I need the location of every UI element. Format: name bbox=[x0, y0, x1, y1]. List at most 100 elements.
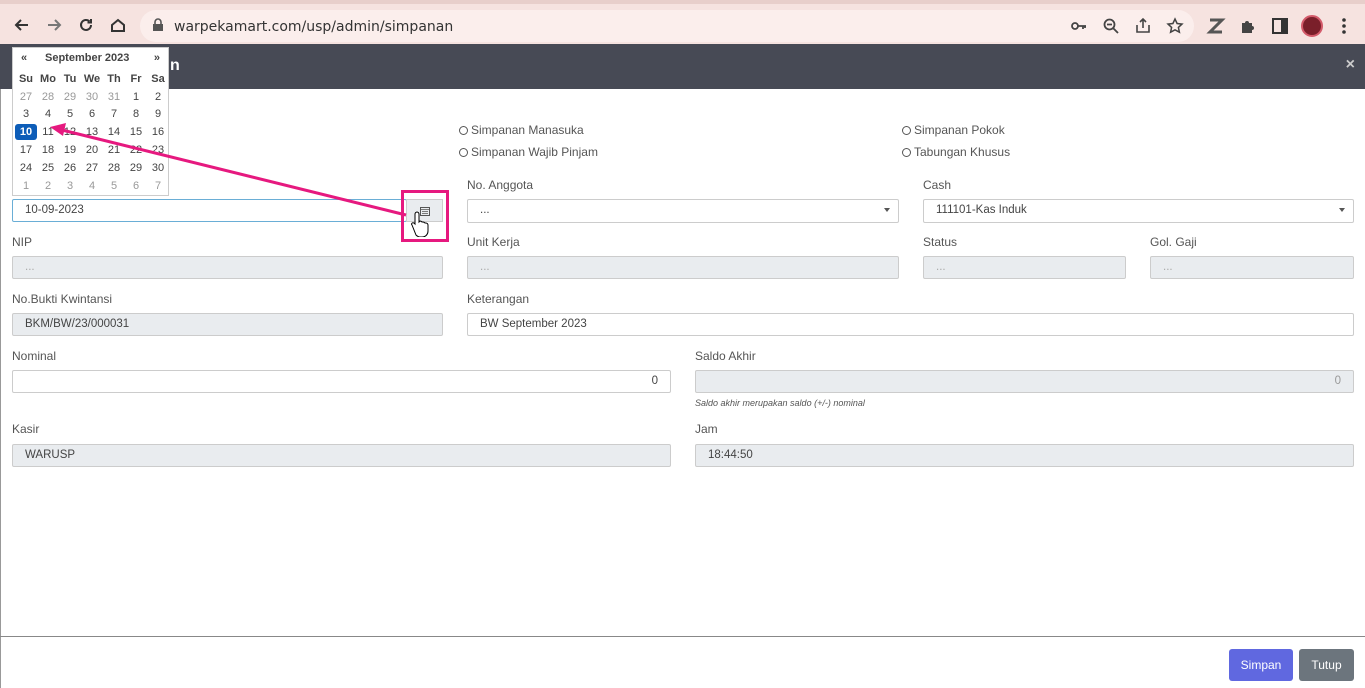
url-text: warpekamart.com/usp/admin/simpanan bbox=[174, 19, 454, 35]
forward-button[interactable] bbox=[41, 12, 67, 38]
datepicker-day[interactable]: 12 bbox=[59, 126, 81, 138]
close-icon[interactable]: × bbox=[1346, 56, 1355, 74]
datepicker-day[interactable]: 29 bbox=[125, 162, 147, 174]
datepicker-dow: Fr bbox=[130, 72, 142, 85]
reload-button[interactable] bbox=[73, 12, 99, 38]
datepicker-day[interactable]: 1 bbox=[15, 180, 37, 192]
sidepanel-icon[interactable] bbox=[1270, 16, 1290, 36]
radio-simpanan-manasuka[interactable]: Simpanan Manasuka bbox=[459, 123, 584, 137]
radio-simpanan-wajib-pinjam[interactable]: Simpanan Wajib Pinjam bbox=[459, 145, 598, 159]
saldo-field[interactable]: 0 bbox=[695, 370, 1354, 393]
datepicker-day[interactable]: 10 bbox=[15, 124, 37, 141]
datepicker-day[interactable]: 2 bbox=[37, 180, 59, 192]
extension-z-icon[interactable] bbox=[1206, 16, 1226, 36]
datepicker-day[interactable]: 23 bbox=[147, 144, 169, 156]
home-button[interactable] bbox=[105, 12, 131, 38]
unit-kerja-field[interactable]: ... bbox=[467, 256, 899, 279]
datepicker-day[interactable]: 28 bbox=[103, 162, 125, 174]
datepicker-row: 1234567 bbox=[15, 177, 169, 195]
datepicker-day[interactable]: 20 bbox=[81, 144, 103, 156]
datepicker-day[interactable]: 16 bbox=[147, 126, 169, 138]
keterangan-label: Keterangan bbox=[467, 292, 530, 306]
datepicker-day[interactable]: 17 bbox=[15, 144, 37, 156]
datepicker-day[interactable]: 5 bbox=[59, 108, 81, 120]
kasir-field[interactable]: WARUSP bbox=[12, 444, 671, 467]
tutup-button[interactable]: Tutup bbox=[1299, 649, 1354, 681]
datepicker-dow: Su bbox=[18, 72, 34, 85]
puzzle-icon[interactable] bbox=[1238, 16, 1258, 36]
radio-simpanan-pokok[interactable]: Simpanan Pokok bbox=[902, 123, 1005, 137]
datepicker-day[interactable]: 11 bbox=[37, 126, 59, 138]
status-field[interactable]: ... bbox=[923, 256, 1126, 279]
datepicker-day[interactable]: 21 bbox=[103, 144, 125, 156]
arrow-left-icon bbox=[14, 19, 28, 31]
datepicker-day[interactable]: 18 bbox=[37, 144, 59, 156]
datepicker-prev-button[interactable]: « bbox=[21, 52, 27, 64]
simpan-button[interactable]: Simpan bbox=[1229, 649, 1293, 681]
datepicker-day[interactable]: 26 bbox=[59, 162, 81, 174]
datepicker-next-button[interactable]: » bbox=[154, 52, 160, 64]
datepicker-day[interactable]: 6 bbox=[81, 108, 103, 120]
gol-gaji-field[interactable]: ... bbox=[1150, 256, 1354, 279]
star-icon[interactable] bbox=[1166, 17, 1184, 35]
kebab-menu-icon[interactable] bbox=[1334, 16, 1354, 36]
home-icon bbox=[111, 18, 125, 32]
datepicker-row: 24 25 26 27 28 29 30 bbox=[15, 159, 169, 177]
lock-icon bbox=[153, 18, 163, 31]
datepicker-day[interactable]: 19 bbox=[59, 144, 81, 156]
radio-tabungan-khusus[interactable]: Tabungan Khusus bbox=[902, 145, 1010, 159]
datepicker-day[interactable]: 3 bbox=[59, 180, 81, 192]
datepicker-day[interactable]: 6 bbox=[125, 180, 147, 192]
datepicker-day[interactable]: 7 bbox=[147, 180, 169, 192]
bukti-field[interactable]: BKM/BW/23/000031 bbox=[12, 313, 443, 336]
datepicker-day[interactable]: 22 bbox=[125, 144, 147, 156]
datepicker-day[interactable]: 31 bbox=[103, 91, 125, 103]
radio-circle[interactable] bbox=[459, 147, 468, 157]
nip-field[interactable]: ... bbox=[12, 256, 443, 279]
datepicker-title[interactable]: September 2023 bbox=[45, 52, 129, 64]
avatar[interactable] bbox=[1301, 15, 1323, 37]
datepicker-day[interactable]: 4 bbox=[81, 180, 103, 192]
datepicker-day[interactable]: 15 bbox=[125, 126, 147, 138]
datepicker-day[interactable]: 27 bbox=[15, 91, 37, 103]
datepicker-day[interactable]: 30 bbox=[147, 162, 169, 174]
radio-label: Simpanan Manasuka bbox=[471, 123, 584, 137]
radio-circle[interactable] bbox=[902, 125, 911, 135]
status-label: Status bbox=[923, 235, 958, 249]
datepicker-day[interactable]: 29 bbox=[59, 91, 81, 103]
bukti-label: No.Bukti Kwintansi bbox=[12, 292, 113, 306]
share-icon[interactable] bbox=[1134, 17, 1152, 35]
address-bar[interactable]: warpekamart.com/usp/admin/simpanan bbox=[140, 10, 1194, 42]
back-button[interactable] bbox=[9, 12, 35, 38]
datepicker-day[interactable]: 25 bbox=[37, 162, 59, 174]
datepicker-day[interactable]: 2 bbox=[147, 91, 169, 103]
nominal-input[interactable]: 0 bbox=[12, 370, 671, 393]
datepicker-day[interactable]: 30 bbox=[81, 91, 103, 103]
zoom-icon[interactable] bbox=[1102, 17, 1120, 35]
datepicker-day[interactable]: 3 bbox=[15, 108, 37, 120]
datepicker-day[interactable]: 7 bbox=[103, 108, 125, 120]
datepicker-day[interactable]: 5 bbox=[103, 180, 125, 192]
radio-circle[interactable] bbox=[902, 147, 911, 157]
datepicker-day[interactable]: 4 bbox=[37, 108, 59, 120]
datepicker-row: 10 11 12 13 14 15 16 bbox=[15, 123, 169, 141]
datepicker-grid: Su Mo Tu We Th Fr Sa 27 28 29 30 31 1 2 3 4 5 6 7 8 9 10 11 12 1… bbox=[15, 70, 169, 195]
datepicker-dow: Tu bbox=[63, 72, 77, 85]
cash-select[interactable]: 111101-Kas Induk bbox=[923, 199, 1354, 223]
jam-field[interactable]: 18:44:50 bbox=[695, 444, 1354, 467]
datepicker-day[interactable]: 28 bbox=[37, 91, 59, 103]
datepicker-day[interactable]: 13 bbox=[81, 126, 103, 138]
datepicker-day[interactable]: 14 bbox=[103, 126, 125, 138]
datepicker-day[interactable]: 27 bbox=[81, 162, 103, 174]
datepicker-day[interactable]: 1 bbox=[125, 91, 147, 103]
no-anggota-select[interactable]: ... bbox=[467, 199, 899, 223]
key-icon[interactable] bbox=[1070, 17, 1088, 35]
datepicker-day[interactable]: 24 bbox=[15, 162, 37, 174]
datepicker-day[interactable]: 9 bbox=[147, 108, 169, 120]
radio-label: Simpanan Wajib Pinjam bbox=[471, 145, 598, 159]
datepicker-day[interactable]: 8 bbox=[125, 108, 147, 120]
datepicker-row: 17 18 19 20 21 22 23 bbox=[15, 141, 169, 159]
radio-circle[interactable] bbox=[459, 125, 468, 135]
keterangan-input[interactable]: BW September 2023 bbox=[467, 313, 1354, 336]
date-input[interactable]: 10-09-2023 bbox=[12, 199, 407, 222]
